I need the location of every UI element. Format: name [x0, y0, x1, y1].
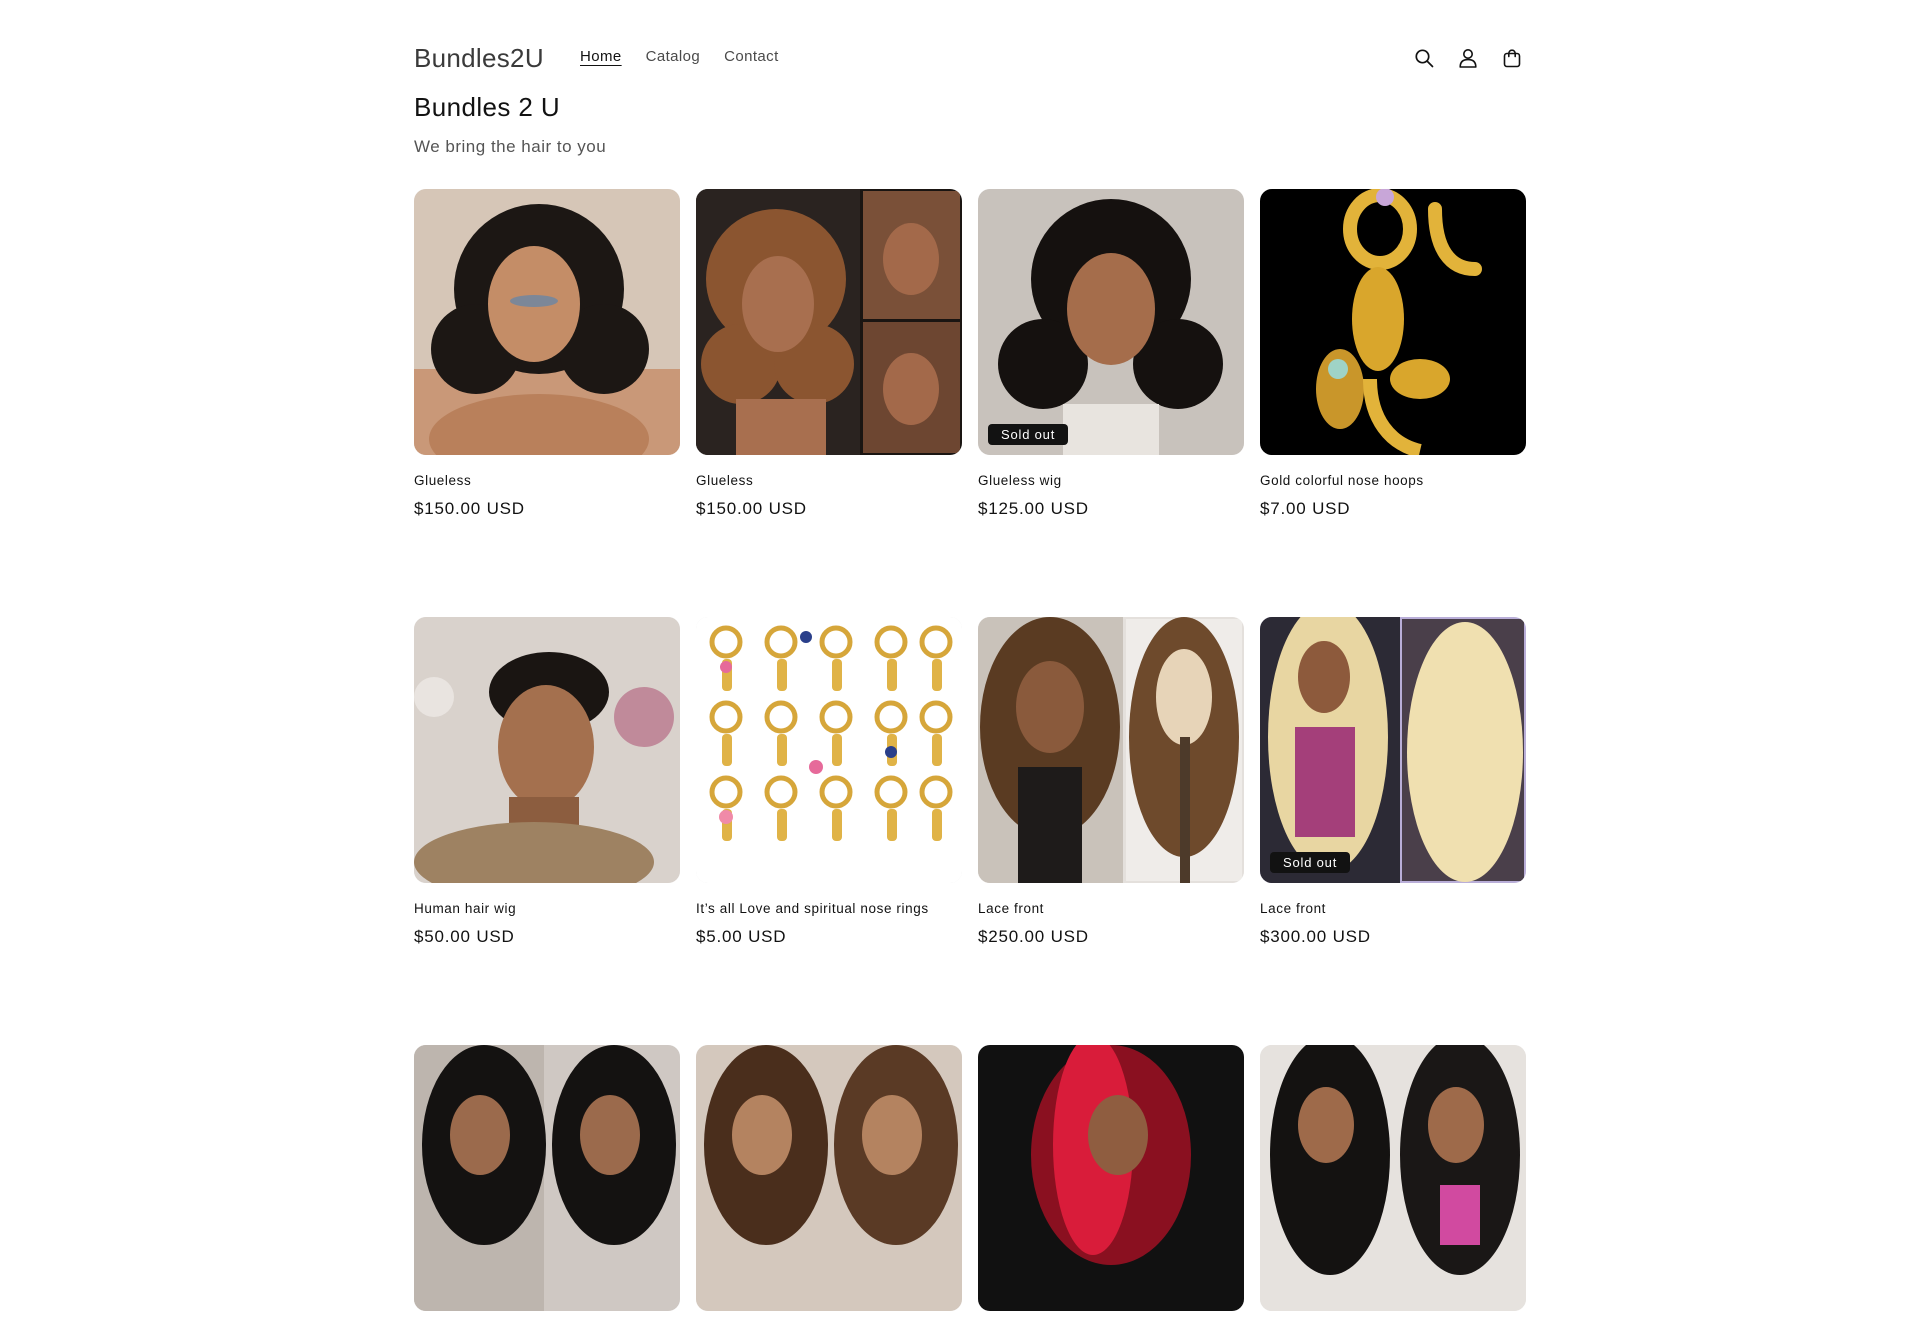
product-price: $150.00 USD	[414, 499, 525, 518]
product-card[interactable]: Lace front $250.00 USD	[978, 617, 1244, 947]
product-image: Sold out	[1260, 617, 1526, 883]
product-card[interactable]: Human hair wig $50.00 USD	[414, 617, 680, 947]
product-title[interactable]: Human hair wig	[414, 901, 680, 916]
nav-catalog[interactable]: Catalog	[646, 48, 701, 65]
product-title[interactable]: Glueless	[414, 473, 680, 488]
nav-contact[interactable]: Contact	[724, 48, 779, 65]
product-image	[414, 1045, 680, 1311]
product-title[interactable]: Lace front	[978, 901, 1244, 916]
product-image	[414, 189, 680, 455]
product-image: Sold out	[978, 189, 1244, 455]
cart-icon[interactable]	[1500, 46, 1524, 70]
product-price: $5.00 USD	[696, 927, 787, 946]
product-image	[978, 617, 1244, 883]
search-icon[interactable]	[1412, 46, 1436, 70]
product-price: $300.00 USD	[1260, 927, 1371, 946]
product-grid: Glueless $150.00 USD Glueless $150.00 US…	[414, 189, 1528, 1329]
product-image	[414, 617, 680, 883]
product-card[interactable]: Glueless $150.00 USD	[696, 189, 962, 519]
product-title[interactable]: Lace front	[1260, 901, 1526, 916]
sold-out-badge: Sold out	[1270, 852, 1351, 873]
header-icons	[1412, 46, 1524, 70]
product-price: $150.00 USD	[696, 499, 807, 518]
product-price: $125.00 USD	[978, 499, 1089, 518]
sold-out-badge: Sold out	[988, 424, 1069, 445]
product-image	[1260, 189, 1526, 455]
product-card[interactable]	[414, 1045, 680, 1329]
product-card[interactable]: Sold out Glueless wig $125.00 USD	[978, 189, 1244, 519]
product-image	[978, 1045, 1244, 1311]
product-title[interactable]: Glueless wig	[978, 473, 1244, 488]
product-price: $50.00 USD	[414, 927, 515, 946]
store-intro: Bundles 2 U We bring the hair to you	[414, 92, 606, 157]
product-card[interactable]	[696, 1045, 962, 1329]
product-card[interactable]: It’s all Love and spiritual nose rings $…	[696, 617, 962, 947]
page-title: Bundles 2 U	[414, 92, 561, 122]
product-price: $250.00 USD	[978, 927, 1089, 946]
product-image	[696, 1045, 962, 1311]
product-image	[1260, 1045, 1526, 1311]
product-card[interactable]	[978, 1045, 1244, 1329]
account-icon[interactable]	[1456, 46, 1480, 70]
product-image	[696, 189, 962, 455]
store-logo[interactable]: Bundles2U	[414, 43, 544, 74]
product-card[interactable]: Gold colorful nose hoops $7.00 USD	[1260, 189, 1526, 519]
page-subtitle: We bring the hair to you	[414, 137, 607, 156]
product-title[interactable]: It’s all Love and spiritual nose rings	[696, 901, 962, 916]
product-card[interactable]: Glueless $150.00 USD	[414, 189, 680, 519]
product-image	[696, 617, 962, 883]
product-card[interactable]	[1260, 1045, 1526, 1329]
site-header: Bundles2U Home Catalog Contact	[414, 36, 1524, 80]
product-card[interactable]: Sold out Lace front $300.00 USD	[1260, 617, 1526, 947]
product-title[interactable]: Glueless	[696, 473, 962, 488]
nav-home[interactable]: Home	[580, 48, 622, 65]
product-title[interactable]: Gold colorful nose hoops	[1260, 473, 1526, 488]
product-price: $7.00 USD	[1260, 499, 1351, 518]
main-nav: Home Catalog Contact	[580, 48, 779, 65]
